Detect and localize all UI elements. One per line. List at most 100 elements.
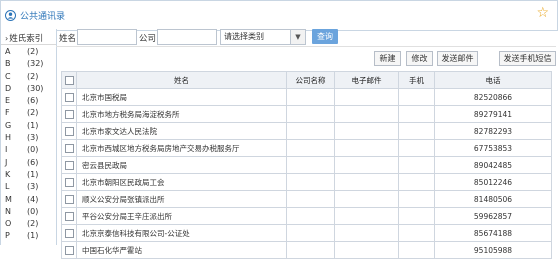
column-header-name[interactable]: 姓名 <box>76 71 287 89</box>
letter-count: (2) <box>27 47 39 56</box>
letter-index-item[interactable]: M (4) <box>1 194 56 206</box>
row-checkbox-cell[interactable] <box>61 224 77 242</box>
table-row[interactable]: 北京市西城区地方税务局房地产交易办税服务厅 67753853 <box>61 139 552 157</box>
table-row[interactable]: 北京市朝阳区民政局工会 85012246 <box>61 173 552 191</box>
table-row[interactable]: 中国石化华严霍站 95105988 <box>61 241 552 259</box>
query-button[interactable]: 查询 <box>312 29 338 44</box>
letter-count: (0) <box>27 206 39 216</box>
cell-company <box>286 88 335 106</box>
letter-label: N <box>5 206 11 216</box>
contacts-table: 姓名 公司名称 电子邮件 手机 电话 北京市国税局 82520866 北京市地方税务… <box>61 71 552 259</box>
row-checkbox[interactable] <box>64 228 74 238</box>
company-input[interactable] <box>157 29 217 45</box>
row-checkbox[interactable] <box>64 126 74 136</box>
select-all-checkbox[interactable] <box>64 75 74 85</box>
row-checkbox-cell[interactable] <box>61 105 77 123</box>
letter-index-item[interactable]: O (2) <box>1 218 56 230</box>
column-header-company[interactable]: 公司名称 <box>286 71 335 89</box>
letter-count: (6) <box>27 96 39 106</box>
row-checkbox[interactable] <box>64 194 74 204</box>
column-header-email[interactable]: 电子邮件 <box>334 71 399 89</box>
cell-mobile <box>398 173 435 191</box>
letter-index-item[interactable]: B (32) <box>1 58 56 70</box>
letter-label: P <box>5 231 10 241</box>
letter-count: (3) <box>27 182 39 192</box>
favorite-star-icon[interactable]: ☆ <box>536 6 549 20</box>
letter-index-item[interactable]: J (6) <box>1 157 56 169</box>
cell-email <box>334 173 399 191</box>
row-checkbox-cell[interactable] <box>61 207 77 225</box>
row-checkbox[interactable] <box>64 92 74 102</box>
letter-count: (6) <box>27 157 39 167</box>
row-checkbox[interactable] <box>64 177 74 187</box>
address-book-icon <box>5 10 16 21</box>
letter-index-item[interactable]: K (1) <box>1 169 56 181</box>
cell-company <box>286 139 335 157</box>
letter-index-item[interactable]: C (2) <box>1 71 56 83</box>
name-input[interactable] <box>77 29 137 45</box>
row-checkbox[interactable] <box>64 109 74 119</box>
table-row[interactable]: 北京市国税局 82520866 <box>61 88 552 106</box>
letter-index-item[interactable]: E (6) <box>1 95 56 107</box>
letter-count: (1) <box>27 169 39 179</box>
cell-company <box>286 105 335 123</box>
row-checkbox-cell[interactable] <box>61 139 77 157</box>
letter-count: (32) <box>27 59 44 69</box>
letter-index-item[interactable]: L (3) <box>1 181 56 193</box>
letter-label: M <box>5 194 12 204</box>
category-select[interactable]: 请选择类别 ▼ <box>220 29 306 45</box>
row-checkbox[interactable] <box>64 160 74 170</box>
table-row[interactable]: 北京市地方税务局海淀税务所 89279141 <box>61 105 552 123</box>
cell-phone: 67753853 <box>434 139 552 157</box>
cell-name: 中国石化华严霍站 <box>76 241 287 259</box>
row-checkbox[interactable] <box>64 245 74 255</box>
cell-company <box>286 173 335 191</box>
letter-count: (2) <box>27 108 39 118</box>
cell-name: 密云县民政局 <box>76 156 287 174</box>
row-checkbox[interactable] <box>64 211 74 221</box>
send-mail-button[interactable]: 发送邮件 <box>437 51 478 66</box>
row-checkbox-cell[interactable] <box>61 122 77 140</box>
cell-email <box>334 122 399 140</box>
cell-email <box>334 156 399 174</box>
table-row[interactable]: 北京市家文达人民法院 82782293 <box>61 122 552 140</box>
dropdown-arrow-icon[interactable]: ▼ <box>290 30 305 44</box>
table-row[interactable]: 密云县民政局 89042485 <box>61 156 552 174</box>
letter-label: O <box>5 219 12 229</box>
cell-mobile <box>398 122 435 140</box>
column-header-phone[interactable]: 电话 <box>434 71 552 89</box>
letter-label: D <box>5 83 12 93</box>
letter-index-item[interactable]: N (0) <box>1 206 56 218</box>
letter-index-item[interactable]: A (2) <box>1 46 56 58</box>
row-checkbox-cell[interactable] <box>61 241 77 259</box>
edit-button[interactable]: 修改 <box>406 51 433 66</box>
letter-index-item[interactable]: G (1) <box>1 120 56 132</box>
send-sms-button[interactable]: 发送手机短信 <box>499 51 556 66</box>
cell-phone: 59962857 <box>434 207 552 225</box>
letter-index-item[interactable]: I (0) <box>1 144 56 156</box>
row-checkbox-cell[interactable] <box>61 88 77 106</box>
letter-index-item[interactable]: P (1) <box>1 230 56 242</box>
surname-index-header[interactable]: ›姓氏索引 <box>5 32 43 44</box>
row-checkbox-cell[interactable] <box>61 190 77 208</box>
cell-phone: 82520866 <box>434 88 552 106</box>
column-header-mobile[interactable]: 手机 <box>398 71 435 89</box>
cell-email <box>334 88 399 106</box>
name-label: 姓名 <box>59 34 77 44</box>
table-row[interactable]: 平谷公安分局王辛庄派出所 59962857 <box>61 207 552 225</box>
table-row[interactable]: 北京京泰信科技有限公司-公证处 85674188 <box>61 224 552 242</box>
row-checkbox-cell[interactable] <box>61 156 77 174</box>
letter-index-item[interactable]: H (3) <box>1 132 56 144</box>
table-row[interactable]: 顺义公安分局张镇派出所 81480506 <box>61 190 552 208</box>
letter-index-item[interactable]: F (2) <box>1 107 56 119</box>
cell-name: 顺义公安分局张镇派出所 <box>76 190 287 208</box>
company-label: 公司 <box>139 34 157 44</box>
letter-label: C <box>5 71 11 81</box>
letter-index-item[interactable]: D (30) <box>1 83 56 95</box>
row-checkbox-cell[interactable] <box>61 173 77 191</box>
select-all-cell[interactable] <box>61 71 77 89</box>
new-button[interactable]: 新建 <box>374 51 401 66</box>
row-checkbox[interactable] <box>64 143 74 153</box>
letter-label: F <box>5 108 10 118</box>
caret-left-icon: › <box>5 34 9 43</box>
